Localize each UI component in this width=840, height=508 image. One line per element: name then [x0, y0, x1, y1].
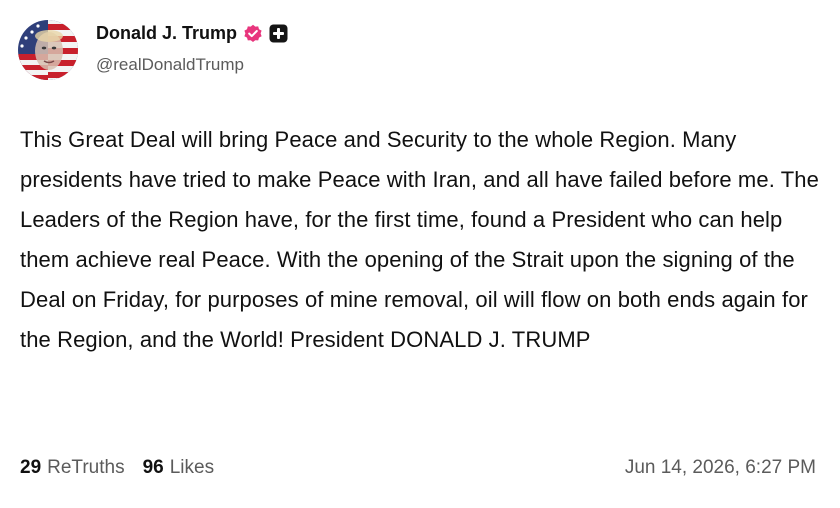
retruths-count: 29 — [20, 457, 42, 478]
plus-square-icon — [269, 24, 288, 43]
avatar-image — [18, 20, 78, 80]
verified-badge-icon — [243, 24, 263, 44]
avatar[interactable] — [18, 20, 78, 80]
retruths-label: ReTruths — [47, 457, 125, 478]
post-footer: 29 ReTruths 96 Likes Jun 14, 2026, 6:27 … — [20, 454, 816, 482]
author-handle[interactable]: @realDonaldTrump — [96, 55, 288, 75]
likes-stat[interactable]: 96 Likes — [143, 457, 215, 479]
post-card: Donald J. Trump @realDonaldTrump This Gr… — [0, 0, 840, 508]
post-header: Donald J. Trump @realDonaldTrump — [18, 20, 288, 80]
author-identity: Donald J. Trump @realDonaldTrump — [96, 23, 288, 75]
retruths-stat[interactable]: 29 ReTruths — [20, 457, 125, 479]
likes-count: 96 — [142, 457, 164, 478]
post-timestamp[interactable]: Jun 14, 2026, 6:27 PM — [625, 457, 816, 479]
name-row: Donald J. Trump — [96, 22, 288, 46]
post-stats: 29 ReTruths 96 Likes — [20, 457, 214, 479]
post-text: This Great Deal will bring Peace and Sec… — [20, 127, 819, 352]
author-name[interactable]: Donald J. Trump — [96, 23, 237, 44]
likes-label: Likes — [169, 457, 215, 478]
